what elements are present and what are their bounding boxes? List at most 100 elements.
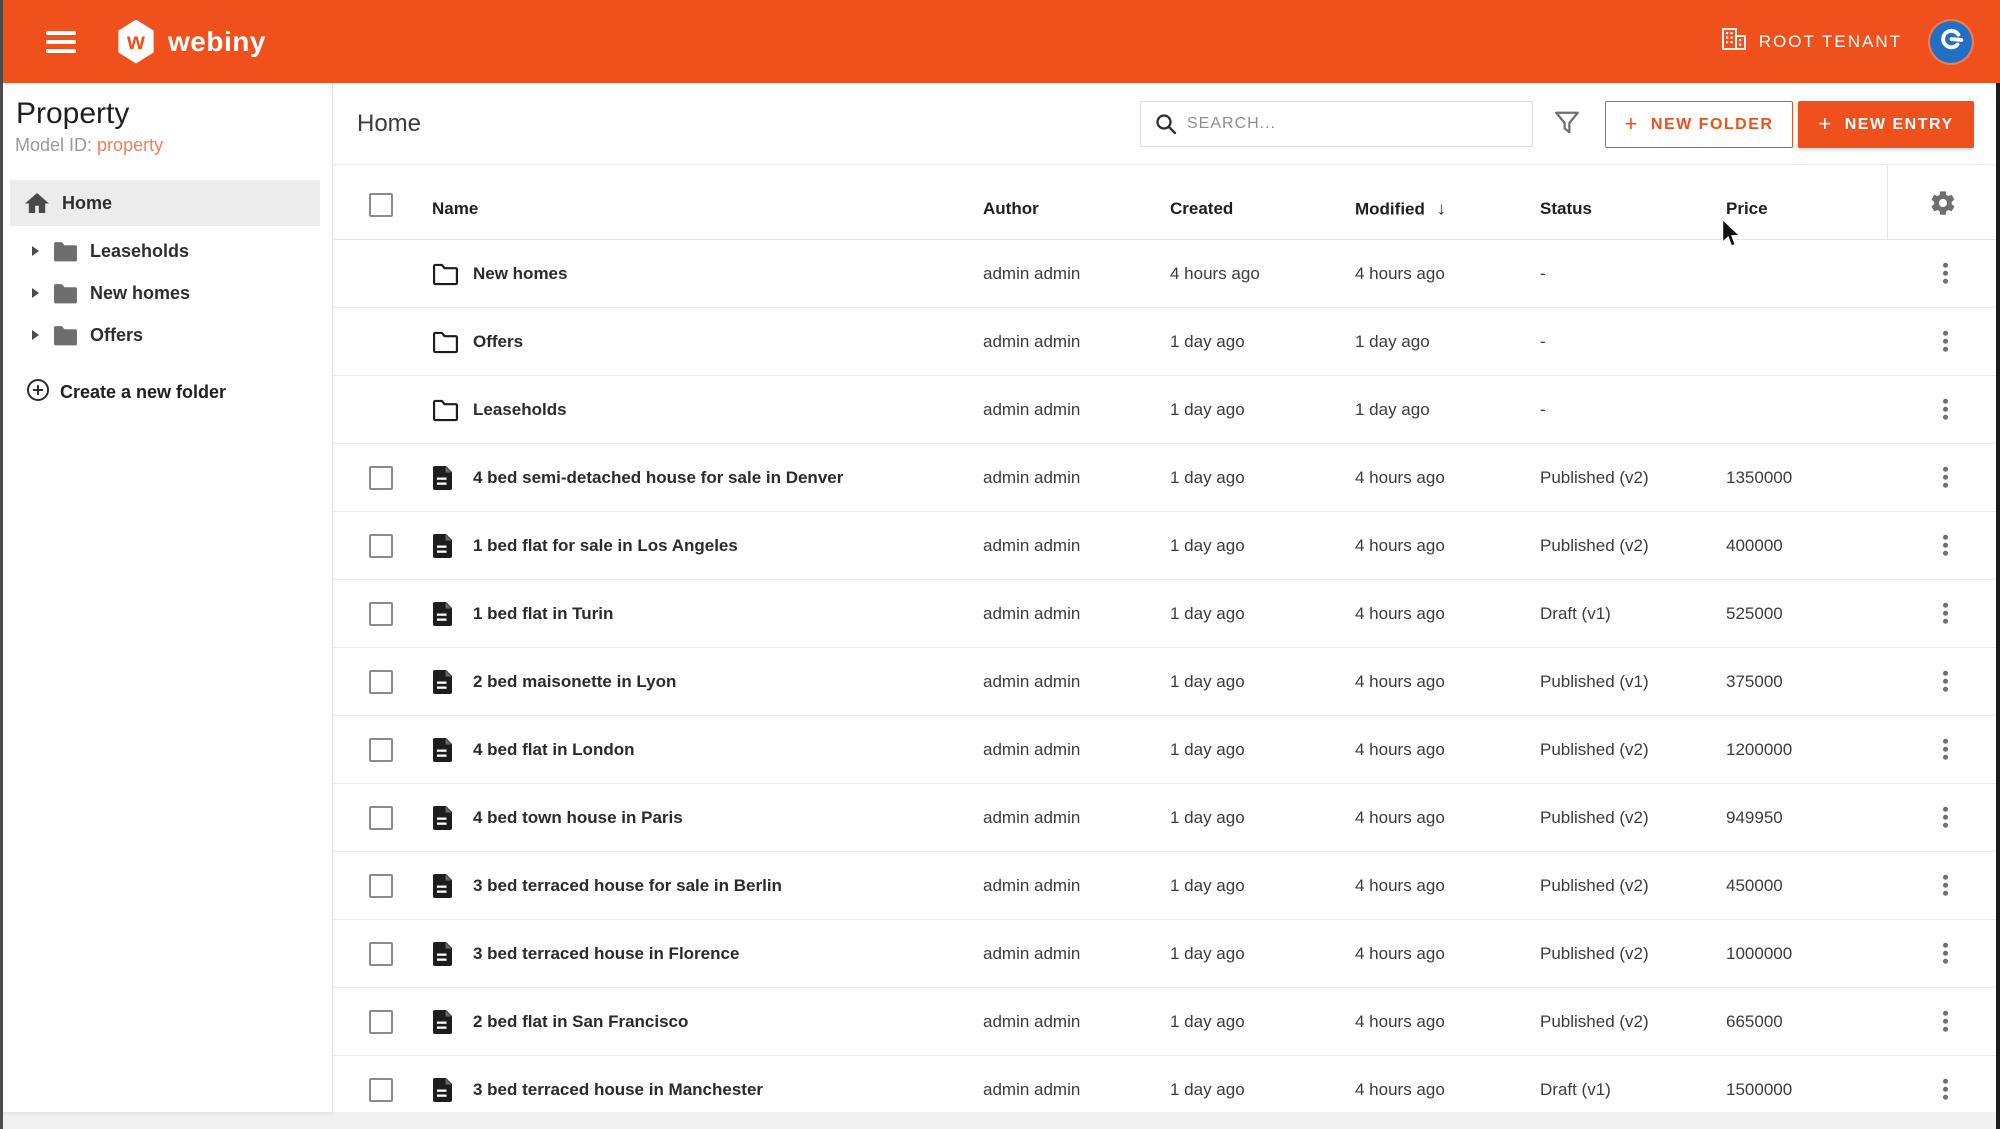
row-actions-kebab-icon[interactable] — [1935, 733, 1956, 766]
table-row[interactable]: 2 bed flat in San Francisco admin admin … — [333, 988, 2000, 1056]
row-actions-kebab-icon[interactable] — [1935, 801, 1956, 834]
avatar-power-icon — [1938, 26, 1964, 57]
tenant-selector[interactable]: ROOT TENANT — [1721, 27, 1902, 56]
new-folder-button[interactable]: + NEW FOLDER — [1605, 101, 1793, 148]
sidebar-folder-label: Leaseholds — [90, 240, 190, 261]
row-checkbox[interactable] — [369, 534, 393, 558]
row-name[interactable]: 3 bed terraced house in Florence — [473, 944, 739, 964]
row-actions-kebab-icon[interactable] — [1935, 665, 1956, 698]
table-row[interactable]: Leaseholds admin admin 1 day ago 1 day a… — [333, 376, 2000, 444]
row-name[interactable]: 4 bed semi-detached house for sale in De… — [473, 468, 843, 488]
window-right-scrollbar[interactable] — [1996, 83, 2000, 1129]
column-settings-gear-icon[interactable] — [1929, 189, 1957, 222]
create-folder-button[interactable]: Create a new folder — [0, 378, 332, 407]
table-row[interactable]: 3 bed terraced house in Florence admin a… — [333, 920, 2000, 988]
sidebar-item-home[interactable]: Home — [10, 180, 320, 226]
row-actions-kebab-icon[interactable] — [1935, 1073, 1956, 1106]
column-header-price[interactable]: Price — [1726, 199, 1768, 219]
row-actions-kebab-icon[interactable] — [1935, 325, 1956, 358]
hamburger-menu-icon[interactable] — [46, 26, 76, 58]
table-row[interactable]: 3 bed terraced house for sale in Berlin … — [333, 852, 2000, 920]
row-author: admin admin — [983, 1079, 1081, 1099]
folder-icon — [53, 283, 78, 304]
document-icon — [432, 736, 454, 763]
chevron-right-icon[interactable] — [32, 288, 39, 298]
row-checkbox[interactable] — [369, 466, 393, 490]
row-actions-kebab-icon[interactable] — [1935, 257, 1956, 290]
table-row[interactable]: New homes admin admin 4 hours ago 4 hour… — [333, 240, 2000, 308]
row-checkbox[interactable] — [369, 602, 393, 626]
row-actions-kebab-icon[interactable] — [1935, 937, 1956, 970]
row-name[interactable]: New homes — [473, 264, 567, 284]
chevron-right-icon[interactable] — [32, 330, 39, 340]
row-checkbox[interactable] — [369, 1078, 393, 1102]
sidebar-folder-item[interactable]: New homes — [0, 272, 332, 314]
chevron-right-icon[interactable] — [32, 246, 39, 256]
row-created: 1 day ago — [1170, 671, 1245, 691]
model-id-label: Model ID: — [15, 135, 93, 155]
table-row[interactable]: 1 bed flat for sale in Los Angeles admin… — [333, 512, 2000, 580]
row-actions-kebab-icon[interactable] — [1935, 1005, 1956, 1038]
row-checkbox[interactable] — [369, 670, 393, 694]
sidebar-folder-item[interactable]: Offers — [0, 314, 332, 356]
table-row[interactable]: 3 bed terraced house in Manchester admin… — [333, 1056, 2000, 1112]
user-avatar[interactable] — [1930, 20, 1972, 63]
row-modified: 1 day ago — [1355, 331, 1430, 351]
row-actions-kebab-icon[interactable] — [1935, 529, 1956, 562]
select-all-checkbox[interactable] — [369, 193, 393, 217]
row-checkbox[interactable] — [369, 738, 393, 762]
row-name[interactable]: 3 bed terraced house for sale in Berlin — [473, 876, 782, 896]
row-name[interactable]: 1 bed flat for sale in Los Angeles — [473, 536, 738, 556]
column-header-name[interactable]: Name — [432, 199, 478, 219]
row-price: 949950 — [1726, 807, 1783, 827]
table-row[interactable]: 1 bed flat in Turin admin admin 1 day ag… — [333, 580, 2000, 648]
header-divider — [1887, 165, 1888, 239]
sidebar-folder-item[interactable]: Leaseholds — [0, 230, 332, 272]
body: Property Model ID: property Home Leaseho… — [0, 83, 2000, 1112]
row-name[interactable]: 2 bed flat in San Francisco — [473, 1012, 688, 1032]
window-left-edge — [0, 0, 3, 1129]
row-name[interactable]: 4 bed town house in Paris — [473, 808, 683, 828]
webiny-admin-app: w webiny ROOT TENANT Property Model ID: … — [0, 0, 2000, 1129]
row-actions-kebab-icon[interactable] — [1935, 393, 1956, 426]
column-header-author[interactable]: Author — [983, 199, 1039, 219]
table-row[interactable]: 2 bed maisonette in Lyon admin admin 1 d… — [333, 648, 2000, 716]
table-row[interactable]: 4 bed semi-detached house for sale in De… — [333, 444, 2000, 512]
row-modified: 4 hours ago — [1355, 671, 1445, 691]
model-id-value[interactable]: property — [97, 135, 163, 155]
brand-name: webiny — [168, 25, 266, 57]
row-checkbox[interactable] — [369, 806, 393, 830]
row-actions-kebab-icon[interactable] — [1935, 461, 1956, 494]
row-modified: 4 hours ago — [1355, 467, 1445, 487]
row-modified: 1 day ago — [1355, 399, 1430, 419]
row-author: admin admin — [983, 467, 1081, 487]
column-header-created[interactable]: Created — [1170, 199, 1233, 219]
document-icon — [432, 464, 454, 491]
row-actions-kebab-icon[interactable] — [1935, 597, 1956, 630]
row-name[interactable]: Offers — [473, 332, 523, 352]
column-header-modified[interactable]: Modified ↓ — [1355, 199, 1446, 220]
new-entry-button[interactable]: + NEW ENTRY — [1798, 101, 1974, 148]
row-name[interactable]: Leaseholds — [473, 400, 567, 420]
webiny-logo-icon[interactable]: w — [118, 19, 154, 64]
row-checkbox[interactable] — [369, 1010, 393, 1034]
table-row[interactable]: Offers admin admin 1 day ago 1 day ago - — [333, 308, 2000, 376]
row-checkbox[interactable] — [369, 942, 393, 966]
row-name[interactable]: 1 bed flat in Turin — [473, 604, 613, 624]
search-input[interactable] — [1187, 102, 1532, 146]
row-actions-kebab-icon[interactable] — [1935, 869, 1956, 902]
row-status: Published (v2) — [1540, 807, 1649, 827]
filter-icon[interactable] — [1553, 109, 1581, 142]
row-created: 1 day ago — [1170, 807, 1245, 827]
column-header-status[interactable]: Status — [1540, 199, 1592, 219]
sort-descending-icon: ↓ — [1436, 198, 1446, 219]
folder-icon — [432, 398, 459, 421]
row-name[interactable]: 2 bed maisonette in Lyon — [473, 672, 676, 692]
table-row[interactable]: 4 bed town house in Paris admin admin 1 … — [333, 784, 2000, 852]
row-status: - — [1540, 331, 1546, 351]
row-checkbox[interactable] — [369, 874, 393, 898]
topbar-right: ROOT TENANT — [1721, 20, 1972, 63]
table-row[interactable]: 4 bed flat in London admin admin 1 day a… — [333, 716, 2000, 784]
row-name[interactable]: 3 bed terraced house in Manchester — [473, 1080, 763, 1100]
row-name[interactable]: 4 bed flat in London — [473, 740, 634, 760]
